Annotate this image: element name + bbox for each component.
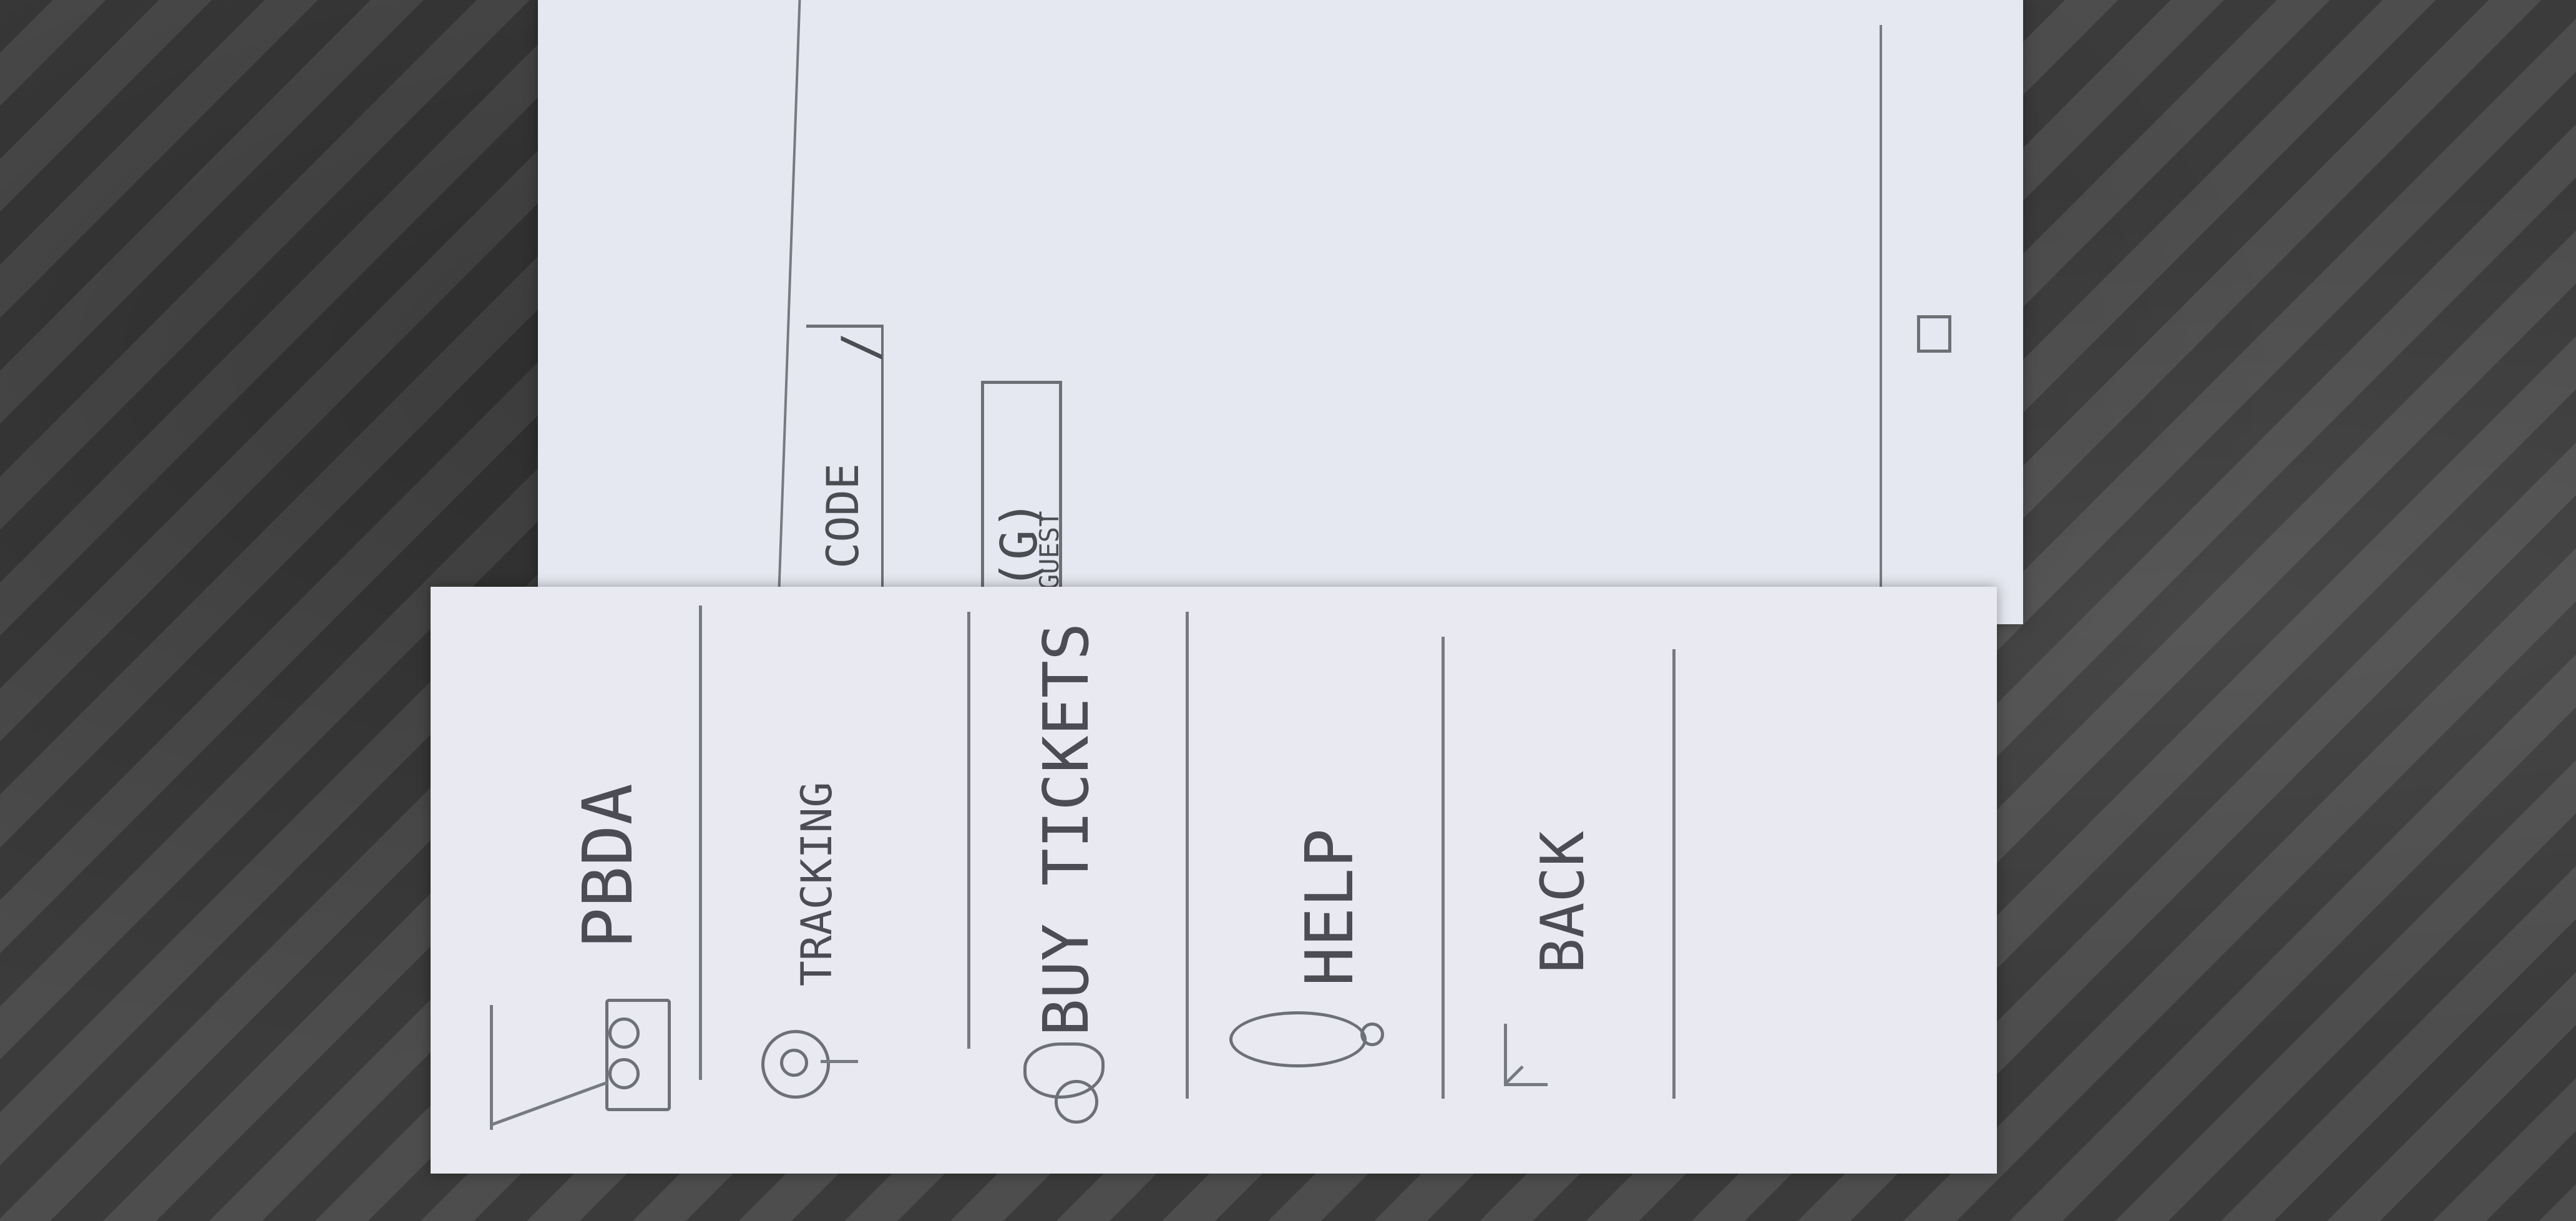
frame-line-right: [1880, 25, 1882, 624]
menu-item-label: BUY TICKETS: [1030, 622, 1103, 1036]
bus-stop-icon: [487, 999, 671, 1142]
frame-line-left: [776, 0, 801, 624]
menu-item-tracking[interactable]: TRACKING: [705, 624, 967, 1136]
menu-divider-3: [1186, 612, 1189, 1099]
square-icon[interactable]: [1917, 315, 1951, 353]
menu-divider-2: [967, 612, 970, 1049]
location-pin-icon: [761, 1030, 858, 1099]
qr-extra-mark: /: [831, 331, 889, 362]
menu-divider-4: [1442, 637, 1445, 1099]
guest-label: GUEST: [1034, 511, 1065, 590]
back-sheet: R CODE / (G) GUEST: [538, 0, 2023, 649]
menu-item-label: PBDA: [568, 783, 648, 949]
menu-item-back[interactable]: BACK: [1448, 649, 1672, 1136]
lightbulb-icon: [1229, 1011, 1385, 1105]
ticket-hand-icon: [1017, 1036, 1111, 1130]
menu-item-pbda[interactable]: PBDA: [449, 624, 699, 1136]
back-arrow-icon: [1491, 1017, 1579, 1099]
menu-sheet: PBDA TRACKING BUY TICKETS HELP BACK: [431, 587, 1997, 1174]
menu-divider-5: [1672, 649, 1676, 1099]
menu-item-buy-tickets[interactable]: BUY TICKETS: [973, 622, 1186, 1136]
menu-item-label: BACK: [1529, 831, 1598, 974]
menu-item-label: HELP: [1292, 828, 1368, 986]
menu-item-label: TRACKING: [793, 782, 842, 986]
menu-item-help[interactable]: HELP: [1198, 637, 1442, 1136]
menu-divider-1: [699, 606, 702, 1080]
